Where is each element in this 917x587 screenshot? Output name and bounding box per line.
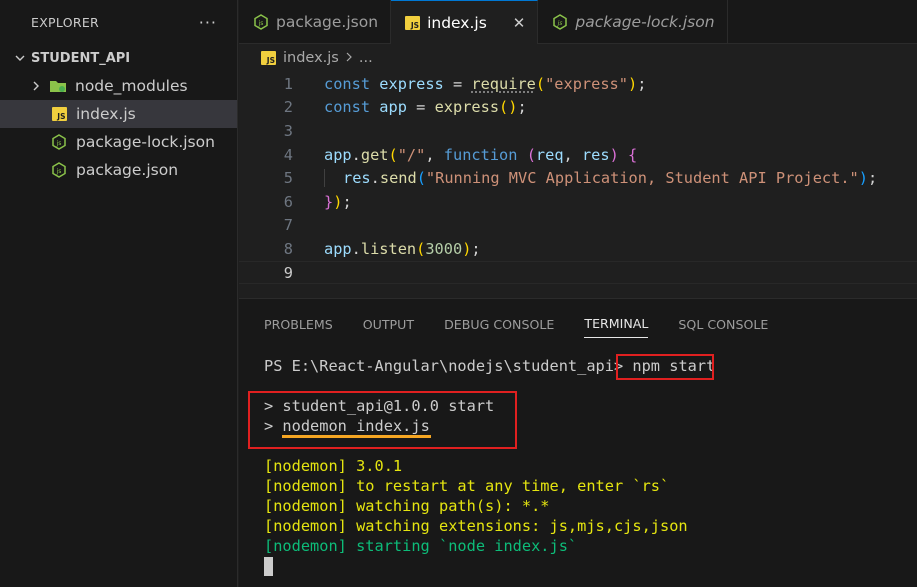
- terminal-prompt: PS E:\React-Angular\nodejs\student_api>: [264, 357, 624, 375]
- line-number: 9: [283, 263, 293, 282]
- line-number: 3: [283, 121, 293, 140]
- tab-debug-console[interactable]: DEBUG CONSOLE: [444, 299, 554, 349]
- code-editor[interactable]: 1 const express = require("express"); 2 …: [239, 72, 917, 285]
- code-line: 4 app.get("/", function (req, res) {: [239, 143, 917, 167]
- folder-student-api[interactable]: STUDENT_API: [0, 44, 237, 72]
- tree-item-package-lock-json[interactable]: js package-lock.json: [0, 128, 237, 156]
- breadcrumb-rest[interactable]: ...: [359, 50, 373, 66]
- code-line: 6 });: [239, 190, 917, 214]
- chevron-right-icon: [28, 80, 44, 92]
- tab-label: index.js: [427, 13, 487, 32]
- more-actions-icon[interactable]: ···: [199, 13, 217, 32]
- tab-terminal[interactable]: TERMINAL: [584, 310, 649, 338]
- terminal-nodemon-line: [nodemon] to restart at any time, enter …: [264, 477, 670, 495]
- line-number: 2: [283, 98, 293, 117]
- js-file-icon: JS: [405, 15, 421, 30]
- code-line: 5 res.send("Running MVC Application, Stu…: [239, 166, 917, 190]
- code-line-current: 9: [239, 260, 917, 285]
- tree-item-index-js[interactable]: JS index.js: [0, 100, 237, 128]
- folder-label: STUDENT_API: [31, 50, 131, 66]
- breadcrumb: JS index.js ...: [239, 44, 917, 72]
- code-line: 8 app.listen(3000);: [239, 237, 917, 261]
- nodejs-file-icon: js: [552, 14, 568, 30]
- line-number: 5: [283, 169, 293, 188]
- panel-tabs: PROBLEMS OUTPUT DEBUG CONSOLE TERMINAL S…: [239, 299, 917, 349]
- line-number: 7: [283, 216, 293, 235]
- code-text: });: [324, 192, 352, 211]
- chevron-right-icon: [344, 50, 354, 66]
- terminal-nodemon-line: [nodemon] watching path(s): *.*: [264, 497, 550, 515]
- line-number: 1: [283, 74, 293, 93]
- editor-area: js package.json JS index.js ✕ js package…: [239, 0, 917, 298]
- line-number: 8: [283, 239, 293, 258]
- folder-node-icon: [49, 77, 67, 95]
- code-text: const app = express();: [324, 98, 527, 117]
- explorer-header: EXPLORER ···: [0, 0, 237, 44]
- tree-item-label: package-lock.json: [76, 133, 215, 151]
- explorer-title: EXPLORER: [31, 14, 100, 30]
- tab-problems[interactable]: PROBLEMS: [264, 299, 333, 349]
- explorer-sidebar: EXPLORER ··· STUDENT_API node_modules JS…: [0, 0, 238, 587]
- tab-label: package-lock.json: [575, 13, 715, 31]
- tab-sql-console[interactable]: SQL CONSOLE: [678, 299, 768, 349]
- tree-item-label: node_modules: [75, 77, 188, 95]
- code-text: res.send("Running MVC Application, Stude…: [324, 169, 877, 188]
- line-number: 6: [283, 192, 293, 211]
- bottom-panel: PROBLEMS OUTPUT DEBUG CONSOLE TERMINAL S…: [239, 298, 917, 587]
- svg-text:js: js: [258, 20, 264, 27]
- tab-output[interactable]: OUTPUT: [363, 299, 414, 349]
- chevron-down-icon: [12, 52, 28, 64]
- line-number: 4: [283, 145, 293, 164]
- code-text: app.listen(3000);: [324, 239, 481, 258]
- terminal-cursor[interactable]: [264, 557, 273, 576]
- tree-item-label: index.js: [76, 105, 136, 123]
- js-file-icon: JS: [261, 51, 276, 65]
- nodejs-file-icon: js: [50, 161, 68, 179]
- tab-label: package.json: [276, 13, 379, 31]
- code-line: 7: [239, 214, 917, 238]
- code-line: 3: [239, 119, 917, 143]
- highlight-box-output: [248, 391, 517, 449]
- code-text: app.get("/", function (req, res) {: [324, 145, 638, 164]
- close-icon[interactable]: ✕: [513, 14, 526, 32]
- svg-text:js: js: [56, 168, 62, 175]
- tab-index-js[interactable]: JS index.js ✕: [391, 0, 539, 44]
- tab-package-json[interactable]: js package.json: [239, 0, 392, 44]
- terminal-nodemon-line: [nodemon] 3.0.1: [264, 457, 403, 475]
- terminal-nodemon-line: [nodemon] starting `node index.js`: [264, 537, 578, 555]
- code-text: const express = require("express");: [324, 74, 647, 93]
- tree-item-label: package.json: [76, 161, 179, 179]
- breadcrumb-file[interactable]: index.js: [283, 50, 339, 66]
- highlight-box-command: [616, 354, 714, 380]
- svg-text:js: js: [557, 20, 563, 27]
- js-file-icon: JS: [50, 105, 68, 123]
- tree-item-package-json[interactable]: js package.json: [0, 156, 237, 184]
- code-line: 1 const express = require("express");: [239, 72, 917, 96]
- nodejs-file-icon: js: [253, 14, 269, 30]
- tab-package-lock-json[interactable]: js package-lock.json: [538, 0, 728, 44]
- nodejs-file-icon: js: [50, 133, 68, 151]
- editor-tabs: js package.json JS index.js ✕ js package…: [239, 0, 917, 44]
- terminal-nodemon-line: [nodemon] watching extensions: js,mjs,cj…: [264, 517, 688, 535]
- code-line: 2 const app = express();: [239, 96, 917, 120]
- tree-item-node-modules[interactable]: node_modules: [0, 72, 237, 100]
- svg-text:js: js: [56, 140, 62, 147]
